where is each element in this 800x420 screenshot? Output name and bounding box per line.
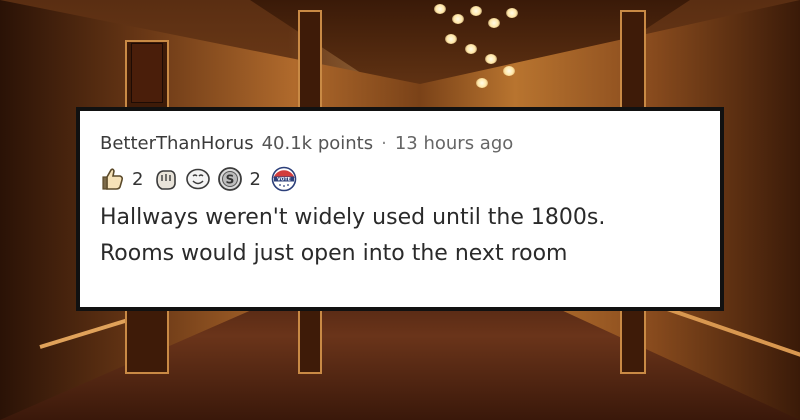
chandelier-light xyxy=(476,78,488,88)
comment-line: Hallways weren't widely used until the 1… xyxy=(100,205,606,230)
helpful-hand-award-icon[interactable] xyxy=(153,166,179,192)
chandelier-light xyxy=(445,34,457,44)
svg-text:VOTE: VOTE xyxy=(277,177,291,183)
chandelier-light xyxy=(485,54,497,64)
chandelier-light xyxy=(503,66,515,76)
comment-line: Rooms would just open into the next room xyxy=(100,241,568,266)
thumbs-up-award-icon[interactable] xyxy=(100,166,126,192)
laughing-face-award-icon[interactable] xyxy=(185,166,211,192)
award-count: 2 xyxy=(132,168,144,190)
chandelier-light xyxy=(506,8,518,18)
wall-sign xyxy=(131,43,163,103)
comment-meta: BetterThanHorus 40.1k points · 13 hours … xyxy=(100,133,700,154)
comment-card: BetterThanHorus 40.1k points · 13 hours … xyxy=(76,107,724,311)
chandelier-light xyxy=(488,18,500,28)
username-link[interactable]: BetterThanHorus xyxy=(100,133,254,154)
chandelier-light xyxy=(452,14,464,24)
award-count: 2 xyxy=(249,168,261,190)
comment-body: Hallways weren't widely used until the 1… xyxy=(100,200,700,272)
chandelier-light xyxy=(470,6,482,16)
timestamp[interactable]: 13 hours ago xyxy=(395,133,513,154)
silver-coin-award-icon[interactable]: S xyxy=(217,166,243,192)
chandelier-light xyxy=(465,44,477,54)
points-count: 40.1k points xyxy=(261,133,374,154)
vote-badge-award-icon[interactable]: VOTE xyxy=(271,166,297,192)
meta-separator: · xyxy=(381,133,387,154)
awards-row: 2 S 2 VOTE xyxy=(100,164,700,194)
chandelier-light xyxy=(434,4,446,14)
svg-text:S: S xyxy=(226,173,235,187)
